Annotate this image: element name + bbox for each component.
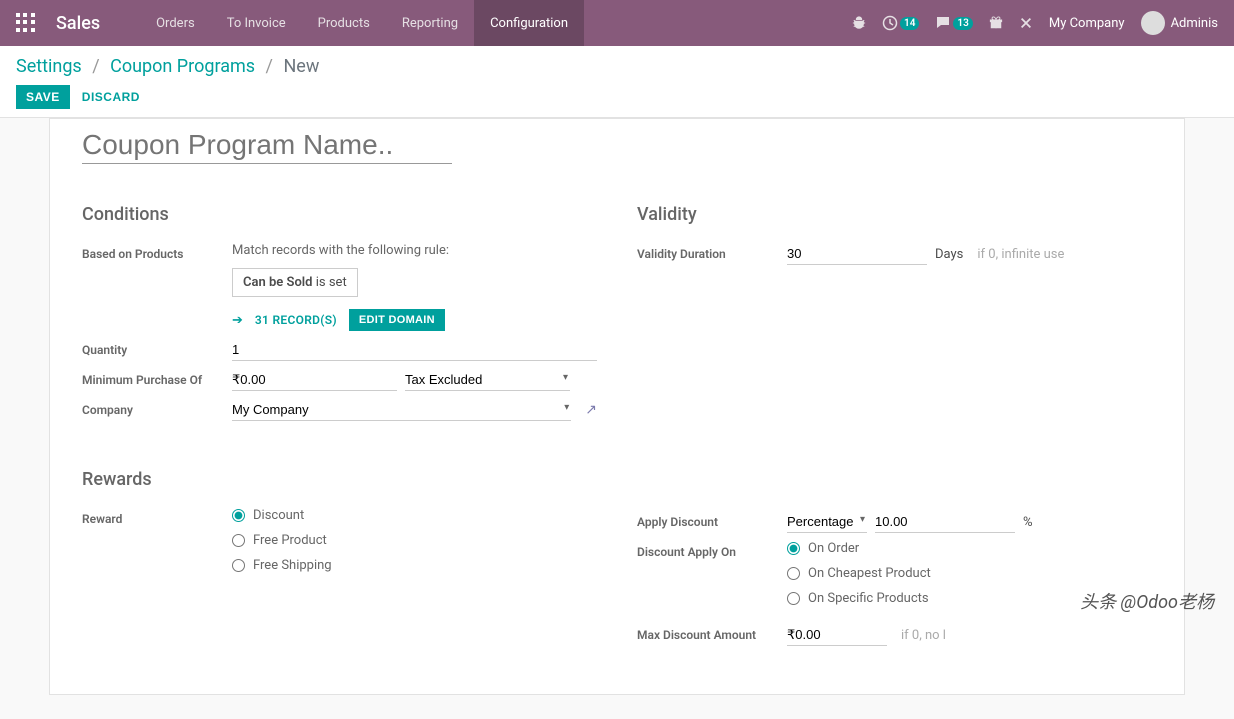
form-sheet: Conditions Based on Products Match recor… [49,118,1185,695]
label-based-on-products: Based on Products [82,243,232,261]
company-selector[interactable]: My Company [1049,16,1125,31]
messages-icon[interactable]: 13 [935,15,972,31]
nav-item-products[interactable]: Products [302,0,386,46]
program-name-input[interactable] [82,127,452,164]
nav-item-configuration[interactable]: Configuration [474,0,584,46]
user-menu[interactable]: Adminis [1141,11,1218,35]
label-reward: Reward [82,508,232,526]
save-button[interactable]: SAVE [16,85,70,109]
reward-option-free-shipping[interactable]: Free Shipping [232,558,597,573]
activities-icon[interactable]: 14 [882,15,919,31]
nav-menu: Orders To Invoice Products Reporting Con… [140,0,584,46]
nav-item-orders[interactable]: Orders [140,0,211,46]
discount-value-input[interactable] [875,511,1015,533]
bug-icon[interactable] [852,16,866,30]
days-label: Days [935,247,963,262]
edit-domain-button[interactable]: EDIT DOMAIN [349,309,445,331]
user-name: Adminis [1171,16,1218,31]
quantity-input[interactable] [232,339,597,361]
nav-item-reporting[interactable]: Reporting [386,0,474,46]
domain-tag: Can be Sold is set [232,268,358,297]
apply-on-cheapest[interactable]: On Cheapest Product [787,566,1152,581]
section-validity: Validity [637,204,1152,225]
reward-option-discount[interactable]: Discount [232,508,597,523]
app-brand[interactable]: Sales [56,13,100,34]
nav-item-to-invoice[interactable]: To Invoice [211,0,302,46]
gift-icon[interactable] [989,16,1003,30]
validity-duration-input[interactable] [787,243,927,265]
label-apply-discount: Apply Discount [637,511,787,529]
activities-badge: 14 [900,17,919,30]
max-discount-hint: if 0, no l [901,628,946,643]
apply-on-specific[interactable]: On Specific Products [787,591,1152,606]
percent-symbol: % [1023,515,1033,530]
section-conditions: Conditions [82,204,597,225]
label-max-discount: Max Discount Amount [637,624,787,642]
breadcrumb-parent[interactable]: Coupon Programs [110,56,255,77]
external-link-icon[interactable]: ↗ [585,402,597,418]
label-min-purchase: Minimum Purchase Of [82,369,232,387]
discount-type-select[interactable]: Percentage [787,511,867,533]
min-purchase-input[interactable] [232,369,397,391]
apps-icon[interactable] [16,13,36,33]
control-panel: Settings / Coupon Programs / New SAVE DI… [0,46,1234,118]
arrow-right-icon: ➔ [232,313,243,328]
label-quantity: Quantity [82,339,232,357]
avatar [1141,11,1165,35]
discard-button[interactable]: DISCARD [82,90,140,104]
breadcrumb-current: New [283,56,319,77]
domain-match-text: Match records with the following rule: [232,243,597,258]
tax-rule-select[interactable]: Tax Excluded [405,369,570,391]
tools-icon[interactable] [1019,16,1033,30]
validity-hint: if 0, infinite use [977,247,1064,262]
top-navbar: Sales Orders To Invoice Products Reporti… [0,0,1234,46]
nav-right: 14 13 My Company Adminis [852,11,1218,35]
messages-badge: 13 [953,17,972,30]
company-select[interactable]: My Company [232,399,571,421]
section-rewards: Rewards [82,469,597,490]
max-discount-input[interactable] [787,624,887,646]
breadcrumb: Settings / Coupon Programs / New [16,56,1218,77]
breadcrumb-root[interactable]: Settings [16,56,82,77]
label-discount-apply-on: Discount Apply On [637,541,787,559]
apply-on-order[interactable]: On Order [787,541,1152,556]
label-validity-duration: Validity Duration [637,243,787,261]
records-link[interactable]: 31 RECORD(S) [255,313,337,327]
reward-option-free-product[interactable]: Free Product [232,533,597,548]
label-company: Company [82,399,232,417]
